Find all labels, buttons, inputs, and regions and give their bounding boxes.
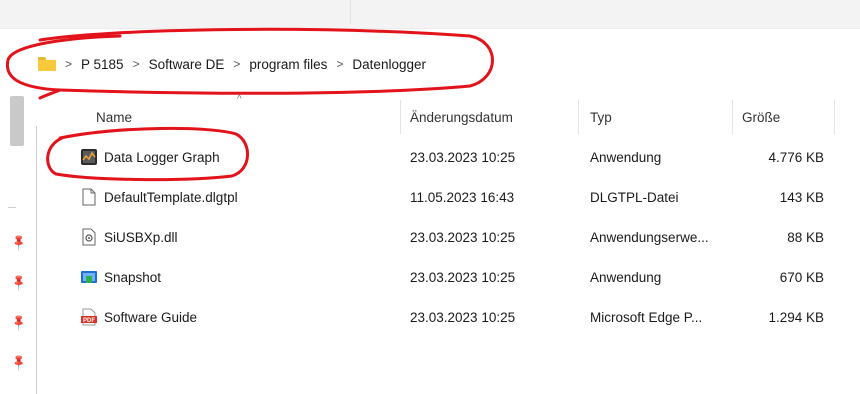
- file-row[interactable]: PDF Software Guide 23.03.2023 10:25 Micr…: [40, 298, 840, 338]
- nav-pane-divider: [36, 126, 37, 394]
- file-type: Anwendung: [590, 150, 662, 165]
- file-size: 670 KB: [779, 270, 824, 285]
- snapshot-app-icon: [80, 268, 98, 286]
- column-header-size[interactable]: Größe: [742, 110, 780, 125]
- file-size: 1.294 KB: [768, 310, 824, 325]
- breadcrumb-item-program-files[interactable]: program files: [249, 57, 327, 72]
- chevron-right-icon[interactable]: >: [65, 57, 72, 71]
- breadcrumb-item-datenlogger[interactable]: Datenlogger: [352, 57, 426, 72]
- column-header-type[interactable]: Typ: [590, 110, 612, 125]
- breadcrumb-item-p5185[interactable]: P 5185: [81, 57, 124, 72]
- file-type: Microsoft Edge P...: [590, 310, 703, 325]
- chevron-right-icon[interactable]: >: [233, 57, 240, 71]
- file-name[interactable]: DefaultTemplate.dlgtpl: [104, 190, 238, 205]
- file-size: 143 KB: [779, 190, 824, 205]
- column-divider[interactable]: [834, 100, 835, 134]
- file-size: 88 KB: [787, 230, 824, 245]
- file-name[interactable]: Software Guide: [104, 310, 197, 325]
- file-type: Anwendung: [590, 270, 662, 285]
- breadcrumb[interactable]: > P 5185 > Software DE > program files >…: [26, 46, 860, 82]
- pin-icon[interactable]: 📌: [9, 233, 28, 252]
- file-type: DLGTPL-Datei: [590, 190, 679, 205]
- file-type: Anwendungserwe...: [590, 230, 709, 245]
- file-size: 4.776 KB: [768, 150, 824, 165]
- document-icon: [80, 188, 98, 206]
- svg-text:PDF: PDF: [83, 318, 95, 324]
- sort-ascending-icon: ^: [237, 94, 242, 105]
- file-date: 11.05.2023 16:43: [410, 190, 515, 205]
- column-divider[interactable]: [732, 100, 733, 134]
- pin-icon[interactable]: 📌: [9, 313, 28, 332]
- file-name[interactable]: SiUSBXp.dll: [104, 230, 178, 245]
- pin-icon[interactable]: 📌: [9, 353, 28, 372]
- file-date: 23.03.2023 10:25: [410, 230, 516, 245]
- file-row[interactable]: Data Logger Graph 23.03.2023 10:25 Anwen…: [40, 138, 840, 178]
- file-name[interactable]: Snapshot: [104, 270, 161, 285]
- top-toolbar-strip: [0, 0, 860, 28]
- dll-icon: [80, 228, 98, 246]
- column-divider[interactable]: [578, 100, 579, 134]
- folder-icon: [38, 57, 56, 71]
- file-row[interactable]: DefaultTemplate.dlgtpl 11.05.2023 16:43 …: [40, 178, 840, 218]
- file-name[interactable]: Data Logger Graph: [104, 150, 220, 165]
- chevron-right-icon[interactable]: >: [336, 57, 343, 71]
- nav-separator: [8, 207, 16, 208]
- breadcrumb-item-software-de[interactable]: Software DE: [149, 57, 225, 72]
- file-row[interactable]: Snapshot 23.03.2023 10:25 Anwendung 670 …: [40, 258, 840, 298]
- column-header-date[interactable]: Änderungsdatum: [410, 110, 513, 125]
- chevron-right-icon[interactable]: >: [133, 57, 140, 71]
- column-header-name[interactable]: Name: [96, 110, 132, 125]
- pdf-icon: PDF: [80, 308, 98, 326]
- pin-icon[interactable]: 📌: [9, 273, 28, 292]
- column-header-row: ^ Name Änderungsdatum Typ Größe: [0, 94, 860, 136]
- file-date: 23.03.2023 10:25: [410, 310, 516, 325]
- file-date: 23.03.2023 10:25: [410, 150, 516, 165]
- file-row[interactable]: SiUSBXp.dll 23.03.2023 10:25 Anwendungse…: [40, 218, 840, 258]
- column-divider[interactable]: [400, 100, 401, 134]
- toolbar-divider: [350, 0, 351, 24]
- toolbar-bottom-border: [0, 28, 860, 29]
- file-date: 23.03.2023 10:25: [410, 270, 516, 285]
- app-graph-icon: [80, 148, 98, 166]
